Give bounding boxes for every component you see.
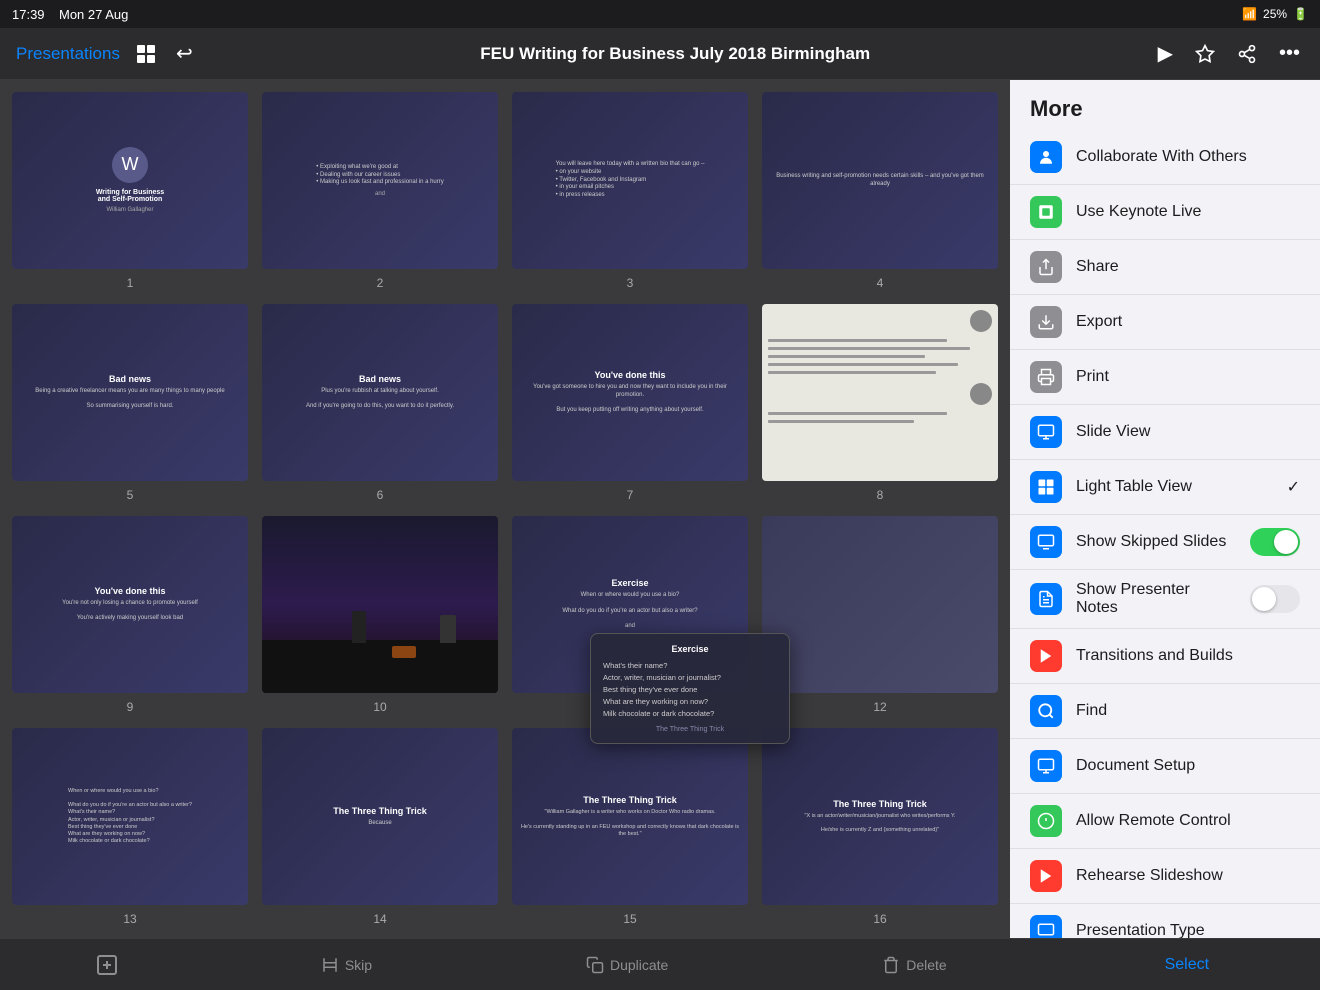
exercise-tooltip: Exercise What's their name? Actor, write… (590, 633, 790, 744)
slide-grid-area[interactable]: W Writing for Businessand Self-Promotion… (0, 80, 1010, 938)
sidebar-item-slide-view[interactable]: Slide View (1010, 405, 1320, 460)
status-bar: 17:39 Mon 27 Aug 📶 25% 🔋 (0, 0, 1320, 28)
sidebar-item-find[interactable]: Find (1010, 684, 1320, 739)
transitions-label: Transitions and Builds (1076, 647, 1300, 665)
slide-item[interactable]: You've done this You're not only losing … (12, 516, 248, 714)
sidebar-item-presenter-notes[interactable]: Show Presenter Notes (1010, 570, 1320, 629)
toggle-thumb (1274, 530, 1298, 554)
sidebar-item-document-setup[interactable]: Document Setup (1010, 739, 1320, 794)
print-label: Print (1076, 368, 1300, 386)
share-button[interactable] (1233, 40, 1261, 68)
bottom-bar: Skip Duplicate Delete Select (0, 938, 1320, 990)
slide-grid: W Writing for Businessand Self-Promotion… (12, 92, 998, 938)
share-icon (1030, 251, 1062, 283)
play-button[interactable]: ▶ (1154, 37, 1177, 70)
sidebar-item-share[interactable]: Share (1010, 240, 1320, 295)
transitions-icon (1030, 640, 1062, 672)
wifi-icon: 📶 (1242, 7, 1257, 21)
export-label: Export (1076, 313, 1300, 331)
slide-view-label: Slide View (1076, 423, 1300, 441)
undo-button[interactable]: ↩ (172, 37, 197, 70)
collaborate-icon (1030, 141, 1062, 173)
slide-item[interactable]: The Three Thing Trick "William Gallagher… (512, 728, 748, 926)
allow-remote-label: Allow Remote Control (1076, 812, 1300, 830)
select-button[interactable]: Select (1145, 948, 1229, 982)
keynote-live-label: Use Keynote Live (1076, 203, 1300, 221)
light-table-label: Light Table View (1076, 478, 1273, 496)
checkmark-icon: ✓ (1287, 477, 1300, 497)
print-icon (1030, 361, 1062, 393)
rehearse-label: Rehearse Slideshow (1076, 867, 1300, 885)
sidebar-item-presentation-type[interactable]: Presentation Type (1010, 904, 1320, 938)
slide-item[interactable]: Exercise When or where would you use a b… (512, 516, 748, 714)
light-table-icon (1030, 471, 1062, 503)
allow-remote-icon (1030, 805, 1062, 837)
slide-item[interactable]: When or where would you use a bio?What d… (12, 728, 248, 926)
battery: 25% (1263, 7, 1287, 21)
document-setup-label: Document Setup (1076, 757, 1300, 775)
slide-item[interactable]: Bad news Plus you're rubbish at talking … (262, 304, 498, 502)
keynote-live-icon (1030, 196, 1062, 228)
show-skipped-label: Show Skipped Slides (1076, 533, 1236, 551)
duplicate-button[interactable]: Duplicate (570, 948, 684, 982)
time: 17:39 (12, 7, 45, 22)
collaborate-label: Collaborate With Others (1076, 148, 1300, 166)
presenter-notes-toggle[interactable] (1250, 585, 1300, 613)
find-label: Find (1076, 702, 1300, 720)
show-skipped-icon (1030, 526, 1062, 558)
slide-item[interactable]: You will leave here today with a written… (512, 92, 748, 290)
slide-item[interactable]: 8 (762, 304, 998, 502)
slide-view-icon (1030, 416, 1062, 448)
presenter-notes-label: Show Presenter Notes (1076, 581, 1236, 617)
skip-button[interactable]: Skip (305, 948, 388, 982)
main-layout: W Writing for Businessand Self-Promotion… (0, 80, 1320, 938)
battery-icon: 🔋 (1293, 7, 1308, 21)
sidebar-item-rehearse[interactable]: Rehearse Slideshow (1010, 849, 1320, 904)
slide-item[interactable]: W Writing for Businessand Self-Promotion… (12, 92, 248, 290)
tooltip-title: Exercise (603, 644, 777, 654)
grid-view-button[interactable] (132, 40, 160, 68)
sidebar-item-show-skipped[interactable]: Show Skipped Slides (1010, 515, 1320, 570)
slide-item[interactable]: • Exploiting what we're good at• Dealing… (262, 92, 498, 290)
back-button[interactable]: Presentations (16, 44, 120, 64)
slide-item[interactable]: The Three Thing Trick Because 14 (262, 728, 498, 926)
sidebar-item-transitions[interactable]: Transitions and Builds (1010, 629, 1320, 684)
slide-item[interactable]: The Three Thing Trick "X is an actor/wri… (762, 728, 998, 926)
sidebar: More Collaborate With Others Use Keynote… (1010, 80, 1320, 938)
sidebar-item-collaborate[interactable]: Collaborate With Others (1010, 130, 1320, 185)
toolbar: Presentations ↩ FEU Writing for Business… (0, 28, 1320, 80)
show-skipped-toggle[interactable] (1250, 528, 1300, 556)
presentation-type-label: Presentation Type (1076, 922, 1300, 938)
slide-item[interactable]: 10 (262, 516, 498, 714)
sidebar-item-export[interactable]: Export (1010, 295, 1320, 350)
toggle-thumb (1252, 587, 1276, 611)
sidebar-header: More (1010, 80, 1320, 130)
slide-item[interactable]: Bad news Being a creative freelancer mea… (12, 304, 248, 502)
find-icon (1030, 695, 1062, 727)
slide-item[interactable]: Business writing and self-promotion need… (762, 92, 998, 290)
sidebar-item-keynote-live[interactable]: Use Keynote Live (1010, 185, 1320, 240)
sidebar-item-allow-remote[interactable]: Allow Remote Control (1010, 794, 1320, 849)
presentation-type-icon (1030, 915, 1062, 938)
sidebar-item-print[interactable]: Print (1010, 350, 1320, 405)
rehearse-icon (1030, 860, 1062, 892)
document-title: FEU Writing for Business July 2018 Birmi… (197, 44, 1154, 64)
document-setup-icon (1030, 750, 1062, 782)
slide-item[interactable]: You've done this You've got someone to h… (512, 304, 748, 502)
slide-item[interactable]: 12 (762, 516, 998, 714)
more-button[interactable]: ••• (1275, 38, 1304, 69)
export-icon (1030, 306, 1062, 338)
presenter-notes-icon (1030, 583, 1062, 615)
date: Mon 27 Aug (59, 7, 128, 22)
delete-button[interactable]: Delete (866, 948, 962, 982)
star-button[interactable] (1191, 40, 1219, 68)
sidebar-item-light-table[interactable]: Light Table View ✓ (1010, 460, 1320, 515)
share-label: Share (1076, 258, 1300, 276)
add-slide-button[interactable] (91, 949, 123, 981)
